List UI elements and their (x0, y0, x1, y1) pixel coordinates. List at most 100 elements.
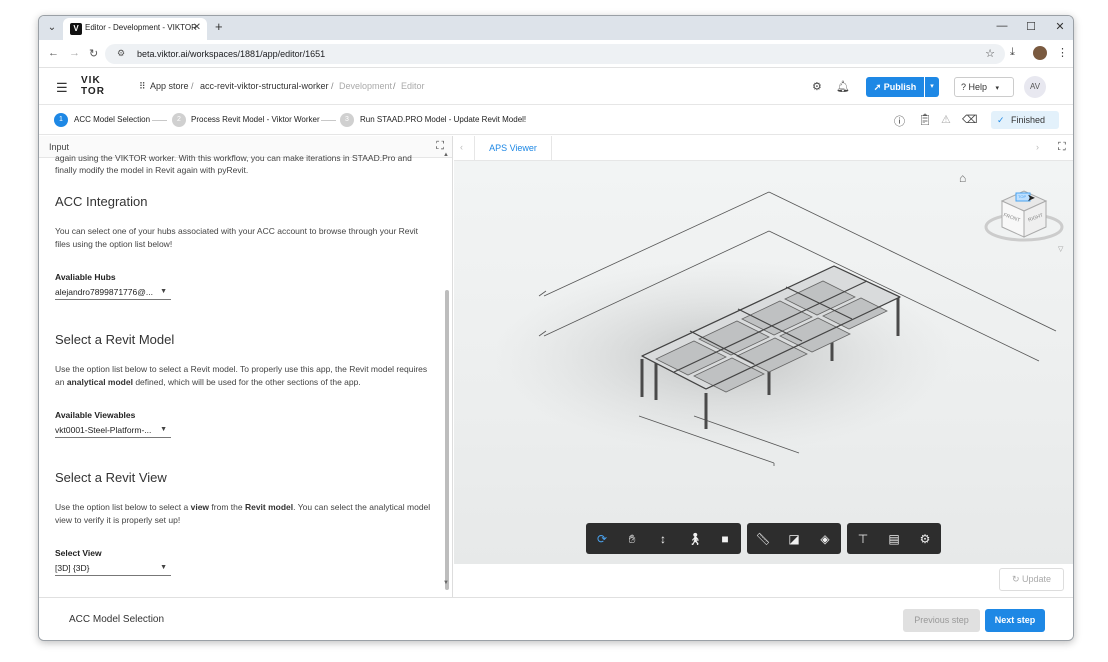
back-icon[interactable]: ← (48, 47, 59, 59)
clear-backspace-icon[interactable]: ⌫ (962, 113, 978, 126)
tab-aps-viewer[interactable]: APS Viewer (474, 136, 552, 161)
check-circle-icon: ✓ (997, 115, 1005, 125)
explode-tool-icon[interactable]: ◈ (815, 529, 835, 549)
model-text-bold: analytical model (66, 376, 133, 387)
reload-icon[interactable]: ↻ (89, 47, 98, 60)
logo-line-1: VIK (81, 75, 101, 86)
select-view-text: Use the option list below to select a vi… (55, 501, 435, 526)
view-text-bold: Revit model (244, 502, 294, 512)
publish-label: Publish (883, 82, 917, 92)
viewer-tab-bar: ‹ APS Viewer › ⛶ (454, 136, 1073, 161)
intro-text: again using the VIKTOR worker. With this… (55, 152, 435, 176)
measure-tool-icon[interactable]: 📏︎ (753, 529, 773, 549)
breadcrumb-separator: / (393, 81, 396, 91)
help-label: Help (968, 82, 988, 92)
viewables-select[interactable]: vkt0001-Steel-Platform-... ▼ (55, 422, 171, 438)
breadcrumb-development[interactable]: Development (339, 81, 392, 91)
acc-integration-text: You can select one of your hubs associat… (55, 226, 419, 249)
step-3-label[interactable]: Run STAAD.PRO Model - Update Revit Model… (360, 115, 526, 124)
step-2-label[interactable]: Process Revit Model - Viktor Worker (191, 115, 320, 124)
forward-icon[interactable]: → (69, 47, 80, 59)
aps-3d-viewer[interactable]: ⌂ FRONT RIGHT TOP ➤ ▽ ⟳ ✋︎ ↕ 🚶︎ ■ 📏︎ ◪ ◈… (454, 161, 1074, 564)
download-icon[interactable]: ⤓ (1010, 46, 1015, 59)
close-window-icon[interactable]: ✕ (1051, 20, 1069, 33)
first-person-tool-icon[interactable]: 🚶︎ (685, 529, 705, 549)
worker-status-icon[interactable]: ⚙ (812, 80, 822, 93)
publish-button[interactable]: ➚ Publish (866, 77, 924, 97)
scroll-down-icon[interactable]: ▼ (443, 580, 449, 586)
orbit-tool-icon[interactable]: ⟳ (592, 529, 612, 549)
input-form: again using the VIKTOR worker. With this… (55, 153, 435, 576)
breadcrumb-app[interactable]: acc-revit-viktor-structural-worker (200, 81, 329, 91)
clipboard-icon[interactable]: 📋︎ (918, 113, 932, 126)
hamburger-menu-icon[interactable]: ☰ (56, 80, 68, 96)
help-button[interactable]: ? Help ▾ (954, 77, 1014, 97)
new-tab-icon[interactable]: + (215, 19, 223, 34)
view-cube[interactable]: FRONT RIGHT TOP ➤ (984, 185, 1064, 245)
fullscreen-icon[interactable]: ⛶ (1058, 141, 1066, 154)
user-avatar[interactable]: AV (1024, 76, 1046, 98)
tabs-left-arrow-icon[interactable]: ‹ (460, 142, 463, 152)
dropdown-caret-icon: ▼ (160, 288, 167, 295)
bookmark-star-icon[interactable]: ☆ (985, 47, 995, 60)
viewcube-top-label: TOP (1018, 194, 1027, 199)
warning-icon[interactable]: ⚠ (941, 113, 951, 126)
address-bar[interactable]: ⚙ beta.viktor.ai/workspaces/1881/app/edi… (105, 44, 1005, 64)
step-navigation: 1 ACC Model Selection 2 Process Revit Mo… (39, 105, 1073, 135)
viktor-logo[interactable]: VIK TOR (81, 75, 105, 97)
zoom-tool-icon[interactable]: ↕ (653, 529, 673, 549)
viewcube-menu-icon[interactable]: ▽ (1058, 245, 1063, 253)
breadcrumb-separator: / (191, 81, 194, 91)
model-browser-icon[interactable]: ⊤ (853, 529, 873, 549)
step-3-number[interactable]: 3 (340, 113, 354, 127)
mouse-cursor-icon: ➤ (1027, 193, 1036, 204)
previous-step-button[interactable]: Previous step (903, 609, 980, 632)
minimize-icon[interactable]: — (993, 20, 1011, 32)
publish-dropdown-button[interactable]: ▾ (925, 77, 939, 97)
input-scrollbar[interactable]: ▲ ▼ (443, 152, 451, 596)
browser-tab[interactable]: V Editor - Development - VIKTOR ✕ (63, 18, 207, 40)
viewables-label: Available Viewables (55, 410, 136, 420)
url-text: beta.viktor.ai/workspaces/1881/app/edito… (137, 49, 326, 59)
step-1-label[interactable]: ACC Model Selection (74, 115, 150, 124)
settings-gear-icon[interactable]: ⚙ (915, 529, 935, 549)
home-view-icon[interactable]: ⌂ (959, 171, 966, 185)
hubs-select[interactable]: alejandro7899871776@... ▼ (55, 284, 171, 300)
hubs-label: Avaliable Hubs (55, 272, 116, 282)
3d-model-canvas[interactable] (454, 161, 1074, 564)
close-tab-icon[interactable]: ✕ (193, 22, 201, 33)
intro-line-2: finally modify the model in Revit again … (55, 165, 249, 175)
breadcrumb-app-store[interactable]: App store (150, 81, 189, 91)
select-model-text: Use the option list below to select a Re… (55, 363, 435, 388)
tab-list-menu-icon[interactable]: ⌄ (44, 20, 60, 36)
tabs-right-arrow-icon[interactable]: › (1036, 142, 1039, 152)
view-text-part: Use the option list below to select a (55, 502, 191, 512)
scroll-up-icon[interactable]: ▲ (443, 152, 449, 158)
next-step-button[interactable]: Next step (985, 609, 1045, 632)
step-1-number[interactable]: 1 (54, 113, 68, 127)
select-model-heading: Select a Revit Model (55, 332, 175, 347)
output-panel: ‹ APS Viewer › ⛶ ⌂ FRONT RIGHT TOP ➤ ▽ ⟳… (454, 136, 1074, 597)
input-panel: Input ⛶ again using the VIKTOR worker. W… (39, 136, 453, 597)
view-select[interactable]: [3D] {3D} ▼ (55, 560, 171, 576)
pan-tool-icon[interactable]: ✋︎ (622, 529, 642, 549)
viktor-favicon-icon: V (70, 23, 82, 35)
section-tool-icon[interactable]: ◪ (784, 529, 804, 549)
update-label: Update (1022, 574, 1052, 584)
scroll-thumb[interactable] (445, 290, 449, 590)
camera-tool-icon[interactable]: ■ (715, 529, 735, 549)
properties-icon[interactable]: ▤ (884, 529, 904, 549)
help-chevron-icon: ▾ (995, 85, 1000, 92)
tab-title: Editor - Development - VIKTOR (85, 23, 197, 32)
update-button[interactable]: ↻ Update (999, 568, 1064, 591)
view-label: Select View (55, 548, 102, 558)
step-2-number[interactable]: 2 (172, 113, 186, 127)
notifications-bell-icon[interactable]: 🔔︎ (836, 80, 850, 93)
profile-avatar[interactable] (1033, 46, 1047, 60)
site-info-icon[interactable]: ⚙ (117, 48, 125, 59)
step-footer: ACC Model Selection Previous step Next s… (39, 597, 1073, 640)
browser-menu-icon[interactable]: ⋮ (1057, 46, 1068, 59)
info-icon[interactable]: ⓘ (894, 113, 905, 129)
select-view-heading: Select a Revit View (55, 470, 167, 485)
maximize-icon[interactable]: ☐ (1022, 20, 1040, 33)
